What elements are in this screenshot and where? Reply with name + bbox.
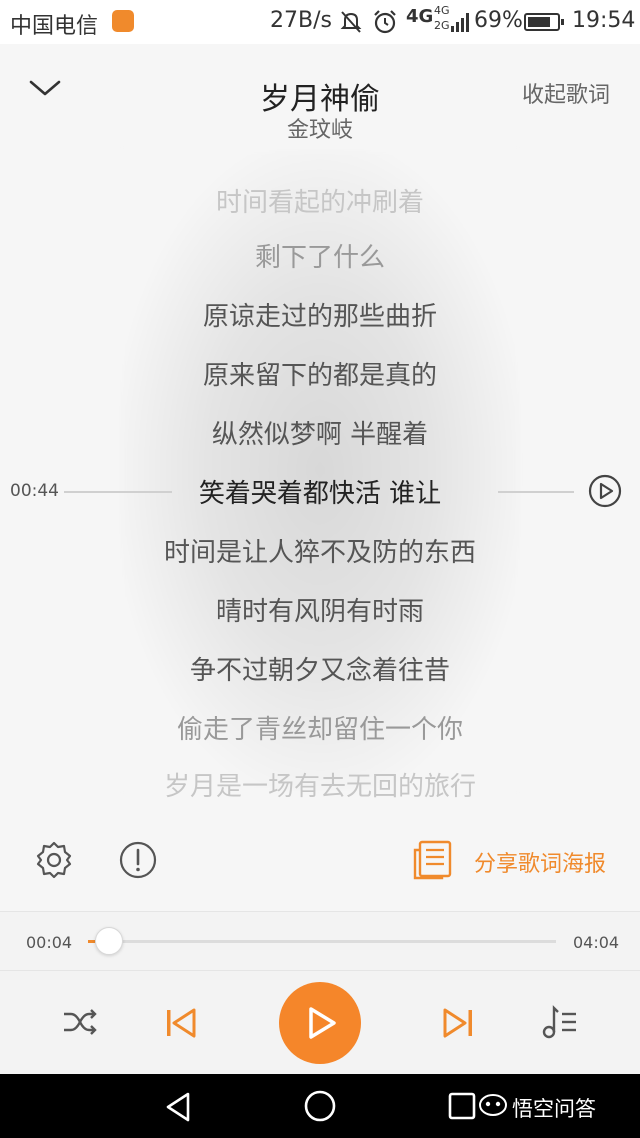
notification-app-icon [112, 10, 134, 32]
playlist-icon[interactable] [540, 1004, 580, 1042]
lyric-line: 时间看起的冲刷着 [215, 188, 424, 218]
lyric-seek-line-right [498, 491, 574, 493]
home-icon[interactable] [303, 1089, 337, 1123]
play-from-line-icon[interactable] [588, 474, 622, 508]
current-time: 00:04 [26, 933, 73, 952]
status-bar: 中国电信 27B/s 4G 4G 2G 69% 19:54 [0, 0, 640, 44]
play-icon [309, 1007, 336, 1039]
lyric-line: 偷走了青丝却留住一个你 [176, 715, 463, 745]
network-speed: 27B/s [270, 8, 332, 33]
lyric-seek-time: 00:44 [10, 481, 59, 501]
recents-icon[interactable] [447, 1091, 477, 1121]
lyric-line: 原来留下的都是真的 [202, 361, 437, 391]
battery-icon [524, 13, 564, 31]
artist-name[interactable]: 金玟岐 [0, 112, 640, 144]
carrier-label: 中国电信 [10, 14, 99, 39]
play-button[interactable] [279, 982, 361, 1064]
player-header: 岁月神偷 金玟岐 收起歌词 [0, 44, 640, 144]
exclamation-circle-icon[interactable] [118, 840, 158, 880]
lyric-line: 纵然似梦啊 半醒着 [211, 420, 429, 450]
lyric-line: 争不过朝夕又念着往昔 [189, 656, 450, 686]
lyric-line: 原谅走过的那些曲折 [202, 302, 437, 332]
network-small-bottom: 2G [434, 19, 450, 32]
clock: 19:54 [572, 8, 636, 33]
lyric-line: 晴时有风阴有时雨 [215, 597, 424, 627]
back-icon[interactable] [162, 1090, 194, 1124]
total-time: 04:04 [573, 933, 620, 952]
network-type: 4G [406, 6, 434, 27]
lyric-line: 岁月是一场有去无回的旅行 [163, 772, 476, 800]
gear-icon[interactable] [34, 840, 74, 880]
signal-icon [451, 13, 469, 32]
wukong-logo-icon [479, 1094, 507, 1116]
collapse-lyrics-button[interactable]: 收起歌词 [522, 77, 610, 109]
progress-track[interactable] [88, 940, 556, 943]
lyric-line: 时间是让人猝不及防的东西 [163, 538, 476, 568]
progress-fill [88, 940, 95, 943]
lyric-seek-line-left [64, 491, 172, 493]
skip-next-icon[interactable] [441, 1006, 475, 1040]
progress-knob[interactable] [95, 927, 123, 955]
share-lyrics-poster-button[interactable]: 分享歌词海报 [474, 846, 606, 878]
skip-previous-icon[interactable] [164, 1006, 198, 1040]
shuffle-icon[interactable] [62, 1006, 98, 1038]
alarm-icon [374, 10, 396, 34]
battery-percent: 69% [474, 8, 523, 33]
poster-icon[interactable] [412, 838, 454, 882]
lyric-line: 剩下了什么 [254, 243, 385, 273]
lyrics-panel[interactable]: 时间看起的冲刷着 剩下了什么 原谅走过的那些曲折 原来留下的都是真的 纵然似梦啊… [0, 170, 640, 800]
network-small-top: 4G [434, 4, 450, 17]
watermark-label: 悟空问答 [512, 1097, 596, 1121]
mute-icon [340, 11, 362, 33]
